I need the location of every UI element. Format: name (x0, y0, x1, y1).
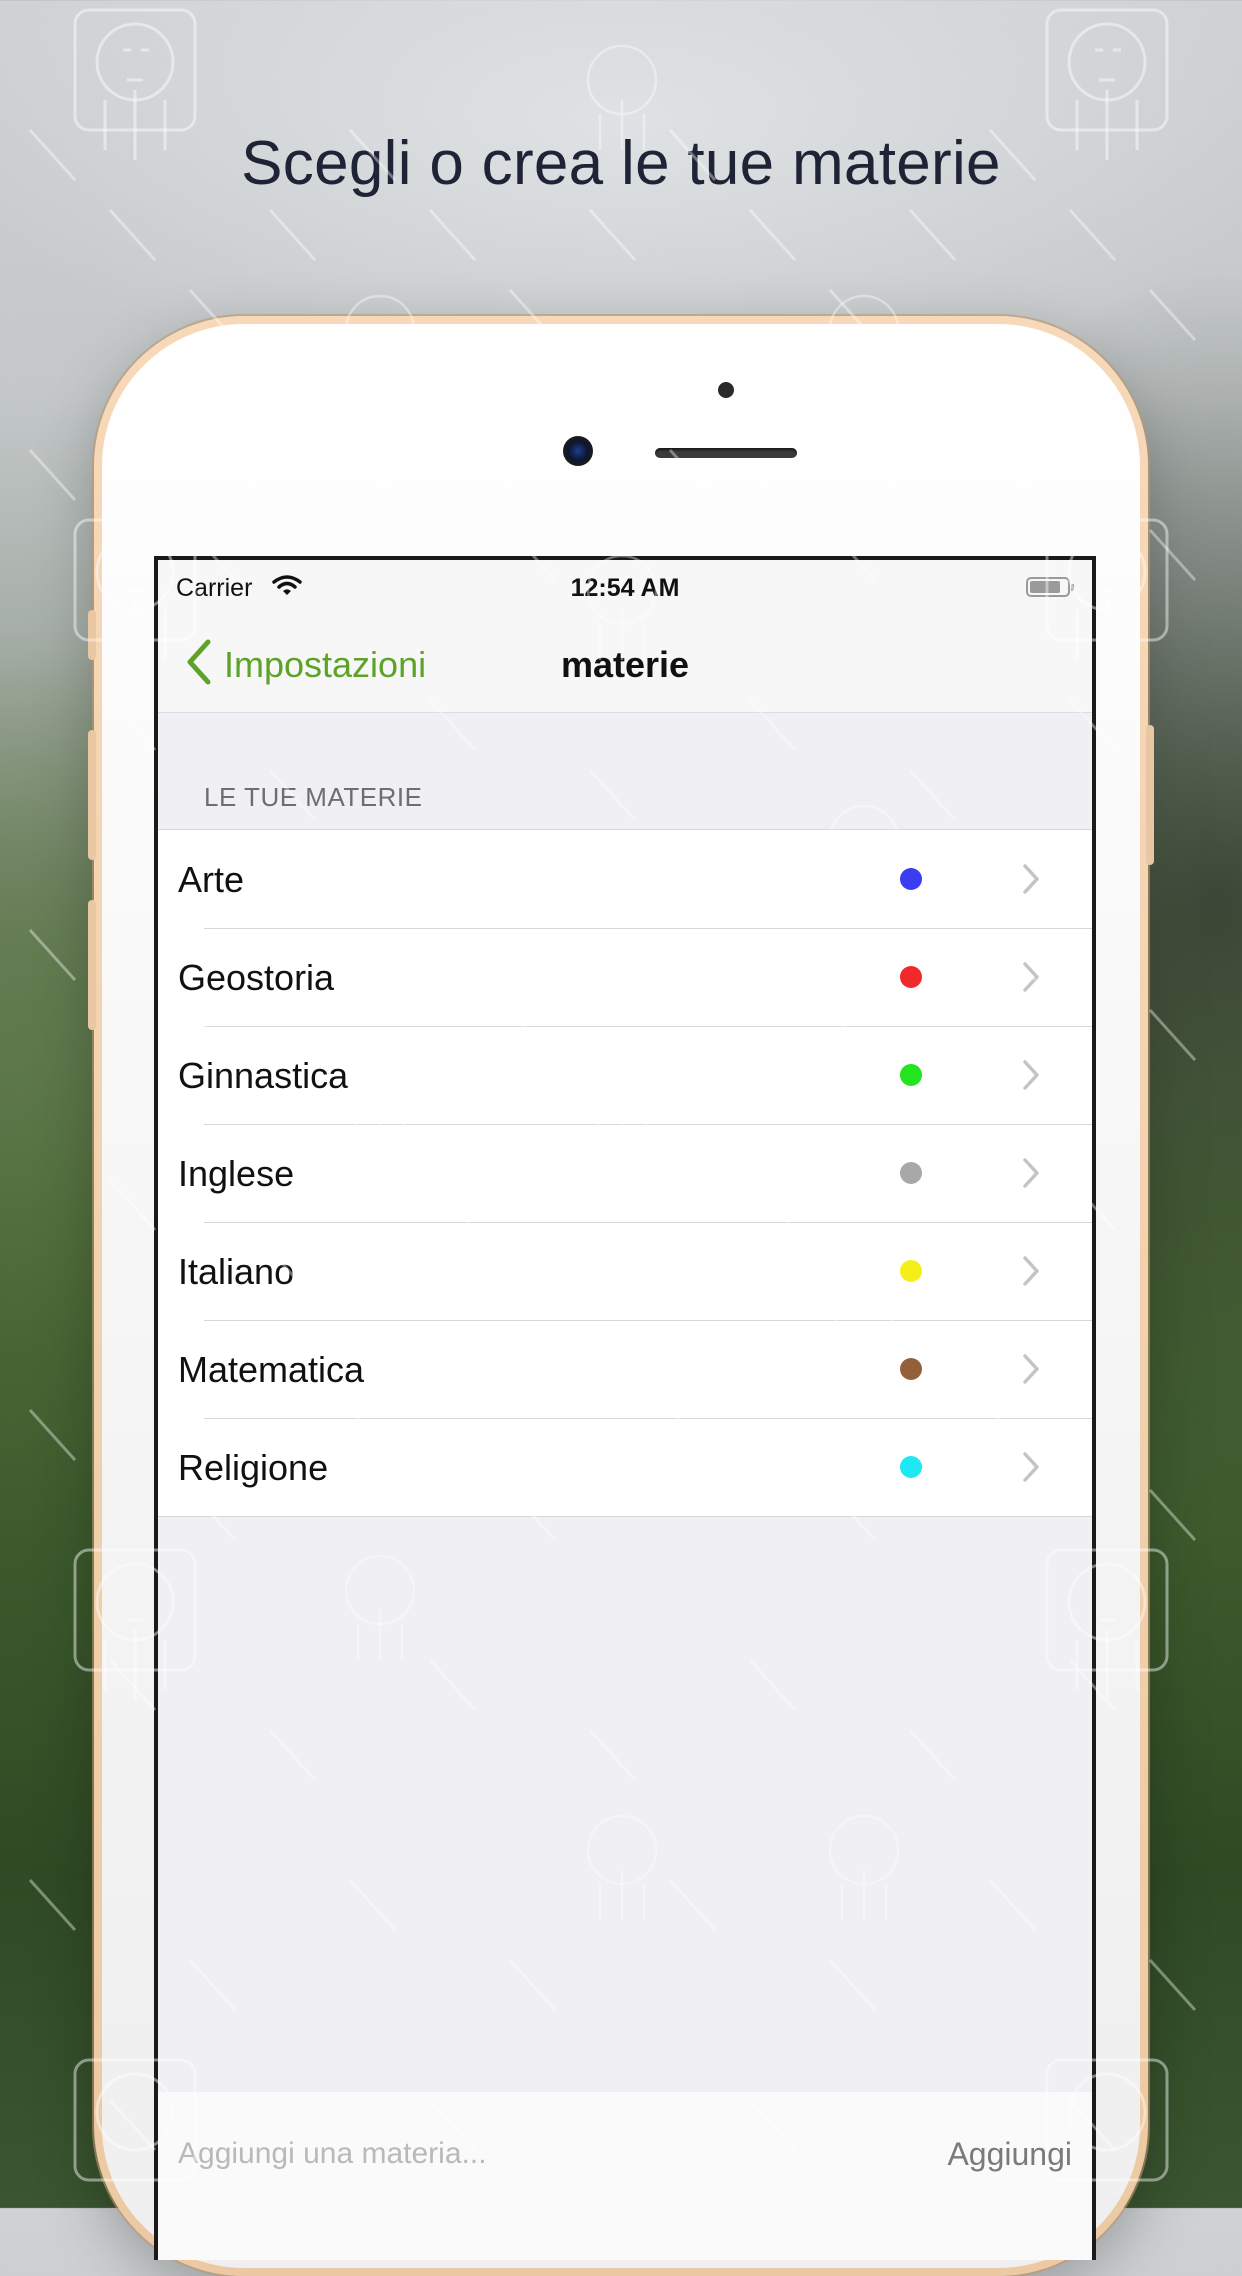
subject-color-dot (900, 1260, 922, 1282)
section-header: LE TUE MATERIE (204, 782, 423, 812)
subject-row[interactable]: Matematica (158, 1320, 1092, 1418)
navigation-bar: Impostazioni materie (158, 616, 1092, 713)
earpiece-speaker (655, 448, 797, 458)
subject-row[interactable]: Inglese (158, 1124, 1092, 1222)
subject-color-dot (900, 1064, 922, 1086)
power-button (1146, 725, 1154, 865)
subject-color-dot (900, 966, 922, 988)
add-subject-bar: Aggiungi (158, 2092, 1092, 2260)
front-sensor (718, 382, 734, 398)
subject-label: Arte (178, 859, 245, 900)
subject-row[interactable]: Arte (158, 830, 1092, 928)
volume-up-button (88, 730, 96, 860)
phone-screen: Carrier 12:54 AM Impostazioni materie LE… (154, 556, 1096, 2260)
chevron-right-icon (1022, 1451, 1040, 1488)
subject-list: Arte Geostoria Ginnastica Inglese Italiano Ma… (158, 829, 1092, 1517)
subject-label: Ginnastica (178, 1055, 349, 1096)
add-subject-button[interactable]: Aggiungi (947, 2136, 1072, 2173)
add-subject-input[interactable] (176, 2128, 860, 2180)
volume-down-button (88, 900, 96, 1030)
chevron-right-icon (1022, 1255, 1040, 1292)
battery-icon (1026, 577, 1074, 597)
chevron-right-icon (1022, 863, 1040, 900)
subject-row[interactable]: Italiano (158, 1222, 1092, 1320)
page-headline: Scegli o crea le tue materie (241, 129, 1001, 198)
subject-label: Matematica (178, 1349, 365, 1390)
subject-row[interactable]: Ginnastica (158, 1026, 1092, 1124)
subject-row[interactable]: Geostoria (158, 928, 1092, 1026)
subject-label: Inglese (178, 1153, 295, 1194)
subject-color-dot (900, 1456, 922, 1478)
subject-color-dot (900, 1358, 922, 1380)
status-bar: Carrier 12:54 AM (158, 560, 1092, 616)
chevron-right-icon (1022, 1157, 1040, 1194)
nav-title: materie (560, 644, 690, 685)
front-camera (563, 436, 593, 466)
chevron-right-icon (1022, 961, 1040, 998)
subject-label: Italiano (178, 1251, 295, 1292)
subject-color-dot (900, 868, 922, 890)
subject-label: Geostoria (178, 957, 335, 998)
clock: 12:54 AM (570, 574, 680, 602)
subject-color-dot (900, 1162, 922, 1184)
subject-row[interactable]: Religione (158, 1418, 1092, 1516)
chevron-right-icon (1022, 1059, 1040, 1096)
subject-label: Religione (178, 1447, 329, 1488)
mute-switch (88, 610, 96, 660)
chevron-right-icon (1022, 1353, 1040, 1390)
